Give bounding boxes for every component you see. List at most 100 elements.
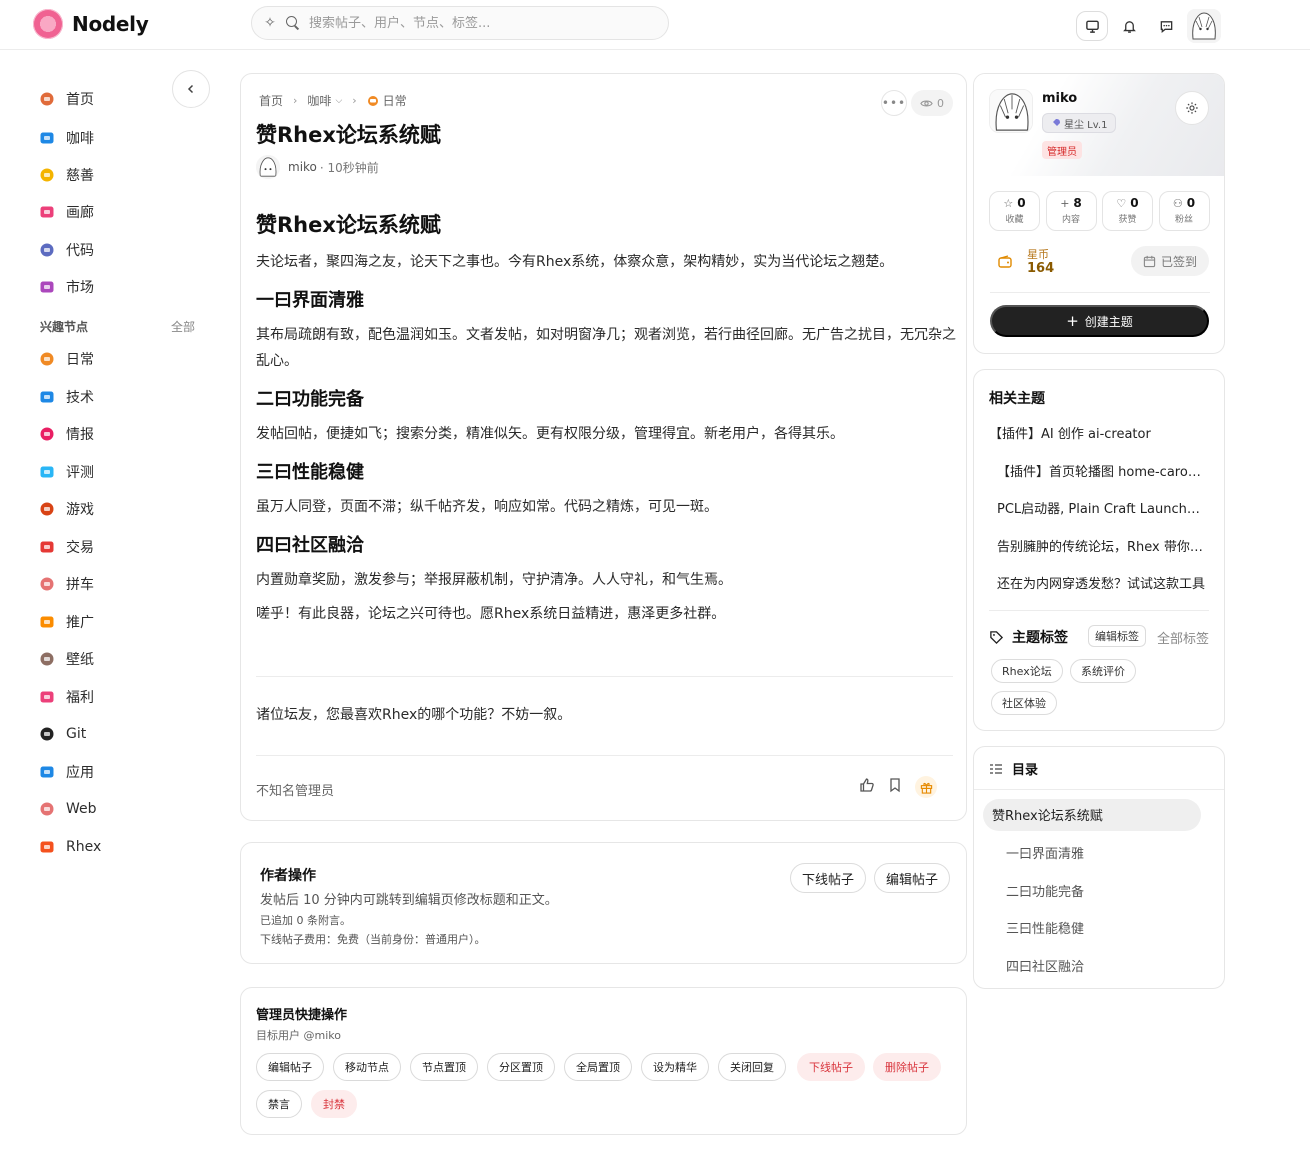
profile-avatar[interactable]	[989, 89, 1033, 133]
user-avatar[interactable]	[1187, 9, 1221, 43]
admin-ops-target: 目标用户 @miko	[256, 1029, 341, 1042]
sidebar-node-item[interactable]: Rhex	[38, 836, 101, 858]
gift-icon[interactable]	[915, 776, 937, 798]
sidebar-node-label: 评测	[66, 464, 94, 481]
offline-post-button[interactable]: 下线帖子	[790, 863, 867, 893]
profile-stat-value-row: ♡ 0	[1103, 196, 1152, 210]
profile-stat-value: 0	[1017, 196, 1026, 210]
author-avatar[interactable]	[256, 155, 280, 179]
sidebar-node-item[interactable]: 游戏	[38, 498, 94, 520]
related-topic-link[interactable]: 【插件】AI 创作 ai-creator	[989, 423, 1199, 442]
interest-nodes-all-link[interactable]: 全部	[171, 318, 195, 335]
admin-action-button[interactable]: 关闭回复	[718, 1053, 786, 1081]
admin-action-button[interactable]: 分区置顶	[487, 1053, 555, 1081]
toc-item[interactable]: 一曰界面清雅	[1006, 843, 1084, 862]
author-name[interactable]: miko	[288, 160, 317, 174]
sidebar-node-item[interactable]: 日常	[38, 348, 94, 370]
toc-item[interactable]: 三曰性能稳健	[1006, 918, 1084, 937]
profile-name[interactable]: miko	[1042, 91, 1077, 106]
sidebar-node-item[interactable]: 壁纸	[38, 648, 94, 670]
topic-tag[interactable]: 社区体验	[991, 691, 1057, 715]
sidebar-item[interactable]: 市场	[38, 276, 94, 298]
gear-icon[interactable]	[1175, 91, 1209, 125]
promo-icon	[38, 613, 55, 630]
admin-action-button[interactable]: 删除帖子	[873, 1053, 941, 1081]
breadcrumb-daily[interactable]: 日常	[383, 92, 407, 109]
admin-action-button[interactable]: 编辑帖子	[256, 1053, 324, 1081]
profile-stat[interactable]: ⚇ 0 粉丝	[1158, 191, 1210, 231]
related-topic-link[interactable]: 还在为内网穿透发愁？试试这款工具	[997, 573, 1207, 592]
chevron-down-icon[interactable]: ⌵	[335, 96, 342, 106]
profile-stat[interactable]: ♡ 0 获赞	[1102, 191, 1153, 231]
bell-icon[interactable]	[1113, 10, 1145, 42]
toc-item[interactable]: 四曰社区融洽	[1006, 956, 1084, 975]
profile-stat[interactable]: ☆ 0 收藏	[989, 191, 1040, 231]
topic-tag[interactable]: 系统评价	[1070, 659, 1136, 683]
sparkle-icon[interactable]: ✧	[262, 15, 278, 31]
toc-title: 目录	[1012, 763, 1039, 778]
sidebar-node-item[interactable]: 评测	[38, 461, 94, 483]
sidebar-item[interactable]: 代码	[38, 239, 94, 261]
sidebar-node-item[interactable]: 技术	[38, 386, 94, 408]
left-sidebar: 首页 咖啡 慈善 画廊 代码 市场 兴趣节点 全部 日常 技术 情报 评测 游戏 交易 拼车 推广 壁纸福…	[0, 50, 225, 1150]
admin-action-button[interactable]: 移动节点	[333, 1053, 401, 1081]
sidebar-node-item[interactable]: 应用	[38, 761, 94, 783]
related-topic-link[interactable]: 告别臃肿的传统论坛，Rhex 带你体验	[997, 536, 1207, 555]
checked-in-button[interactable]: 已签到	[1131, 246, 1209, 276]
sidebar-node-label: 推广	[66, 614, 94, 631]
collapse-sidebar-button[interactable]	[172, 70, 210, 108]
toc-icon	[989, 762, 1003, 776]
sidebar-node-item[interactable]: 情报	[38, 423, 94, 445]
sidebar-node-item[interactable]: 福利	[38, 686, 94, 708]
admin-action-button[interactable]: 禁言	[256, 1090, 302, 1118]
topic-tags-title: 主题标签	[1012, 630, 1068, 646]
sidebar-item[interactable]: 画廊	[38, 201, 94, 223]
admin-action-button[interactable]: 设为精华	[641, 1053, 709, 1081]
admin-action-button[interactable]: 节点置顶	[410, 1053, 478, 1081]
sidebar-node-item[interactable]: 拼车	[38, 573, 94, 595]
profile-level-badge: 星尘 Lv.1	[1042, 113, 1117, 133]
search-bar[interactable]: ✧	[251, 6, 669, 40]
sidebar-node-item[interactable]: 交易	[38, 536, 94, 558]
admin-action-button[interactable]: 封禁	[311, 1090, 357, 1118]
breadcrumb-coffee[interactable]: 咖啡	[307, 92, 331, 109]
sidebar-item[interactable]: 咖啡	[38, 127, 94, 149]
breadcrumb-separator-icon: ›	[352, 94, 357, 107]
coin-value: 164	[1027, 261, 1055, 276]
like-icon[interactable]	[859, 777, 875, 797]
post-author-line: miko · 10秒钟前	[256, 155, 379, 179]
profile-stat-value: 8	[1073, 196, 1082, 210]
content-section-1-title: 一曰界面清雅	[256, 290, 364, 311]
monitor-icon[interactable]	[1076, 11, 1108, 41]
sidebar-node-item[interactable]: 推广	[38, 611, 94, 633]
toc-item[interactable]: 二曰功能完备	[1006, 881, 1084, 900]
sidebar-item[interactable]: 慈善	[38, 164, 94, 186]
calendar-icon	[1143, 255, 1156, 267]
profile-stat-label: 内容	[1061, 215, 1080, 225]
edit-tags-button[interactable]: 编辑标签	[1088, 625, 1146, 647]
profile-stat[interactable]: +8 内容	[1045, 191, 1097, 231]
more-options-icon[interactable]: •••	[881, 90, 907, 116]
content-outro: 嗟乎！有此良器，论坛之兴可待也。愿Rhex系统日益精进，惠泽更多社群。	[256, 606, 726, 622]
topic-tag[interactable]: Rhex论坛	[991, 659, 1063, 683]
post-time: · 10秒钟前	[319, 160, 379, 175]
bookmark-icon[interactable]	[887, 777, 903, 797]
related-topic-link[interactable]: PCL启动器, Plain Craft Launcher 2	[997, 498, 1207, 517]
toc-item[interactable]: 赞Rhex论坛系统赋	[992, 805, 1103, 824]
sidebar-item[interactable]: 首页	[38, 88, 94, 110]
breadcrumb-home[interactable]: 首页	[259, 92, 283, 109]
profile-role-badge: 管理员	[1042, 141, 1082, 159]
logo[interactable]: Nodely	[33, 9, 149, 39]
all-tags-link[interactable]: 全部标签	[1157, 628, 1209, 647]
search-input[interactable]	[309, 15, 649, 31]
profile-stat-value-row: +8	[1047, 196, 1096, 210]
sidebar-node-item[interactable]: Git	[38, 723, 86, 745]
app-name: Nodely	[72, 12, 149, 36]
create-topic-button[interactable]: + 创建主题	[990, 305, 1209, 337]
related-topic-link[interactable]: 【插件】首页轮播图 home-carousel	[997, 461, 1207, 480]
sidebar-node-item[interactable]: Web	[38, 798, 97, 820]
message-icon[interactable]	[1150, 10, 1182, 42]
admin-action-button[interactable]: 下线帖子	[797, 1053, 865, 1081]
edit-post-button[interactable]: 编辑帖子	[874, 863, 951, 893]
admin-action-button[interactable]: 全局置顶	[564, 1053, 632, 1081]
